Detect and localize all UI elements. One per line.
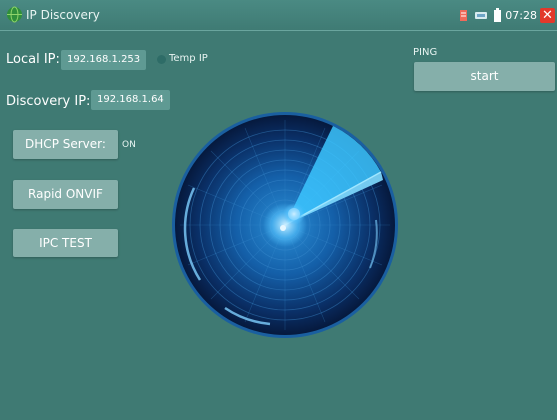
status-icons: 07:28 ✕ [453, 0, 557, 30]
ping-label: PING [413, 47, 438, 58]
battery-icon [494, 8, 502, 22]
clock: 07:28 [505, 8, 537, 22]
ipc-test-button[interactable]: IPC TEST [13, 229, 118, 257]
close-button[interactable]: ✕ [540, 7, 555, 23]
app-globe-icon [7, 6, 22, 23]
dhcp-server-button[interactable]: DHCP Server: [13, 130, 118, 159]
discovery-ip-label: Discovery IP: [6, 94, 91, 109]
radar-center-dot [280, 225, 286, 231]
network-icon [475, 11, 488, 19]
temp-ip-checkbox[interactable] [157, 55, 166, 64]
radar-scanner [172, 112, 398, 338]
local-ip-label: Local IP: [6, 52, 60, 67]
dhcp-status: ON [122, 140, 136, 150]
status-bar: IP Discovery 07:28 ✕ [0, 0, 557, 31]
app-title: IP Discovery [26, 8, 100, 22]
start-button[interactable]: start [414, 62, 555, 91]
local-ip-field[interactable]: 192.168.1.253 [61, 50, 147, 70]
battery-warning-icon [460, 9, 468, 21]
rapid-onvif-button[interactable]: Rapid ONVIF [13, 180, 118, 209]
temp-ip-label: Temp IP [169, 53, 208, 64]
discovery-ip-field[interactable]: 192.168.1.64 [91, 90, 170, 110]
close-icon: ✕ [542, 7, 553, 23]
